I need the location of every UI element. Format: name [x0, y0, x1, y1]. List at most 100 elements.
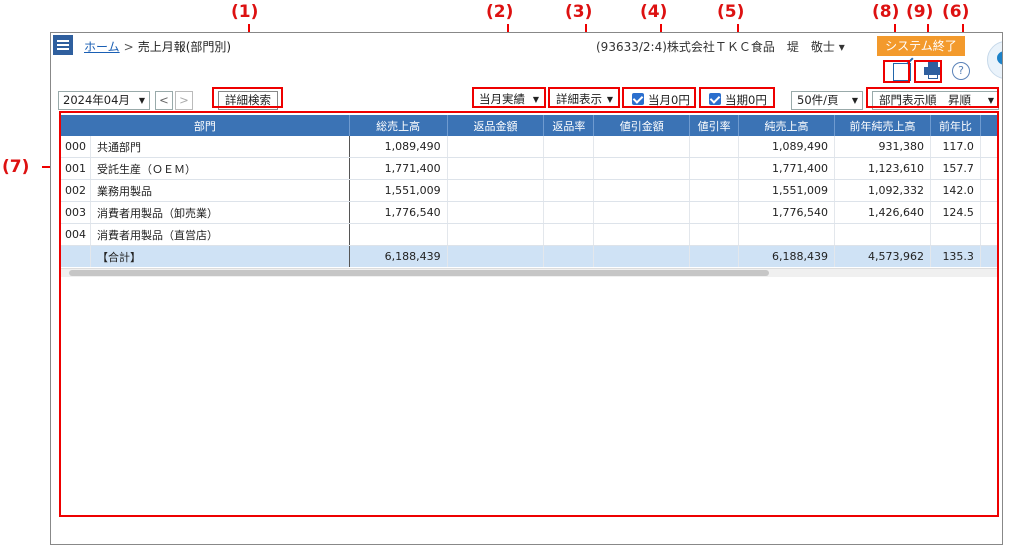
table-row[interactable]: 004 消費者用製品（直営店）	[61, 223, 999, 246]
print-icon[interactable]	[924, 62, 942, 80]
yoy-ratio: 157.7	[930, 157, 981, 180]
net-sales: 1,551,009	[738, 179, 836, 202]
table-row[interactable]: 000 共通部門 1,089,490 1,089,490 931,380 117…	[61, 136, 999, 158]
returns-amount	[447, 223, 545, 246]
breadcrumb-home-link[interactable]: ホーム	[84, 40, 120, 54]
period-select-value: 当月実績	[479, 92, 525, 106]
returns-rate	[543, 179, 595, 202]
discount-rate	[689, 136, 740, 158]
chevron-down-icon: ▼	[606, 95, 613, 104]
annotation-label-8: (8)	[872, 2, 900, 22]
menu-icon[interactable]	[53, 35, 73, 55]
net-sales	[738, 223, 836, 246]
gross-sales: 1,771,400	[349, 157, 448, 180]
discount-amount	[593, 223, 691, 246]
column-header[interactable]: 返品率	[543, 115, 595, 136]
discount-rate	[689, 157, 740, 180]
discount-amount	[593, 245, 691, 267]
external-window-icon[interactable]	[893, 63, 911, 81]
period-zero-checkbox[interactable]	[709, 93, 721, 105]
page-title: 売上月報(部門別)	[137, 40, 232, 54]
discount-rate	[689, 179, 740, 202]
dept-name: 業務用製品	[90, 179, 350, 202]
dept-code: 004	[61, 223, 91, 246]
annotation-label-5: (5)	[717, 2, 745, 22]
period-select[interactable]: 当月実績 ▼	[476, 91, 543, 110]
returns-amount	[447, 245, 545, 267]
gross-sales: 1,089,490	[349, 136, 448, 158]
table-row[interactable]: 003 消費者用製品（卸売業） 1,776,540 1,776,540 1,42…	[61, 201, 999, 224]
yoy-ratio: 124.5	[930, 201, 981, 224]
sort-order-value: 部門表示順 昇順	[879, 93, 971, 107]
discount-amount	[593, 157, 691, 180]
annotation-label-9: (9)	[906, 2, 934, 22]
annotation-label-6: (6)	[942, 2, 970, 22]
dept-code: 003	[61, 201, 91, 224]
prev-month-button[interactable]: <	[155, 91, 173, 110]
table-row[interactable]: 001 受託生産（ＯＥＭ） 1,771,400 1,771,400 1,123,…	[61, 157, 999, 180]
column-header[interactable]: 値引金額	[593, 115, 691, 136]
prev-year-net-sales: 4,573,962	[834, 245, 931, 267]
table-row[interactable]: 002 業務用製品 1,551,009 1,551,009 1,092,332 …	[61, 179, 999, 202]
prev-year-net-sales: 1,092,332	[834, 179, 931, 202]
column-header[interactable]: 前年純売上高	[834, 115, 931, 136]
annotation-label-4: (4)	[640, 2, 668, 22]
per-page-select[interactable]: 50件/頁 ▼	[791, 91, 863, 110]
month-zero-label: 当月0円	[648, 93, 690, 107]
dept-name: 消費者用製品（卸売業）	[90, 201, 350, 224]
column-header[interactable]: 返品金額	[447, 115, 545, 136]
total-label: 【合計】	[90, 245, 350, 267]
total-row[interactable]: 【合計】 6,188,439 6,188,439 4,573,962 135.3	[61, 245, 999, 267]
column-header[interactable]: 部門	[61, 115, 350, 136]
yoy-ratio	[930, 223, 981, 246]
chevron-down-icon: ▼	[987, 96, 994, 105]
annotation-label-2: (2)	[486, 2, 514, 22]
help-icon[interactable]: ?	[952, 62, 970, 80]
table-header-row: 部門 総売上高 返品金額 返品率 値引金額 値引率 純売上高 前年純売上高 前年…	[61, 115, 999, 136]
yoy-ratio: 135.3	[930, 245, 981, 267]
annotation-label-7: (7)	[2, 157, 30, 177]
month-zero-checkbox[interactable]	[632, 93, 644, 105]
detail-display-select[interactable]: 詳細表示 ▼	[553, 91, 617, 110]
company-user-menu[interactable]: (93633/2:4)株式会社ＴＫＣ食品 堤 敬士 ▾	[596, 38, 845, 55]
net-sales: 6,188,439	[738, 245, 836, 267]
gross-sales: 6,188,439	[349, 245, 448, 267]
month-select[interactable]: 2024年04月 ▼	[58, 91, 150, 110]
column-header[interactable]: 純売上高	[738, 115, 836, 136]
assistant-avatar-icon[interactable]	[987, 41, 1002, 79]
detail-search-button[interactable]: 詳細検索	[218, 91, 278, 110]
dept-code: 002	[61, 179, 91, 202]
prev-year-net-sales: 1,426,640	[834, 201, 931, 224]
gross-sales: 1,776,540	[349, 201, 448, 224]
system-exit-button[interactable]: システム終了	[877, 36, 965, 56]
per-page-value: 50件/頁	[797, 93, 839, 107]
breadcrumb: ホーム > 売上月報(部門別)	[84, 38, 231, 55]
returns-amount	[447, 136, 545, 158]
chevron-down-icon: ▼	[851, 96, 858, 105]
returns-rate	[543, 157, 595, 180]
period-zero-label: 当期0円	[725, 93, 767, 107]
prev-year-net-sales: 1,123,610	[834, 157, 931, 180]
discount-amount	[593, 136, 691, 158]
returns-amount	[447, 179, 545, 202]
sort-order-select[interactable]: 部門表示順 昇順 ▼	[872, 91, 999, 110]
dept-code: 000	[61, 136, 91, 158]
discount-rate	[689, 223, 740, 246]
prev-year-net-sales	[834, 223, 931, 246]
column-header-spacer	[980, 115, 999, 136]
next-month-button[interactable]: >	[175, 91, 193, 110]
dept-code: 001	[61, 157, 91, 180]
chevron-down-icon: ▼	[138, 96, 145, 105]
scrollbar-thumb[interactable]	[69, 270, 769, 276]
column-header[interactable]: 前年比	[930, 115, 981, 136]
returns-rate	[543, 223, 595, 246]
column-header[interactable]: 値引率	[689, 115, 740, 136]
annotation-label-1: (1)	[231, 2, 259, 22]
returns-amount	[447, 201, 545, 224]
horizontal-scrollbar[interactable]	[61, 268, 999, 277]
returns-rate	[543, 136, 595, 158]
returns-rate	[543, 245, 595, 267]
returns-amount	[447, 157, 545, 180]
app-window: ホーム > 売上月報(部門別) (93633/2:4)株式会社ＴＫＣ食品 堤 敬士 …	[50, 32, 1003, 545]
column-header[interactable]: 総売上高	[349, 115, 448, 136]
